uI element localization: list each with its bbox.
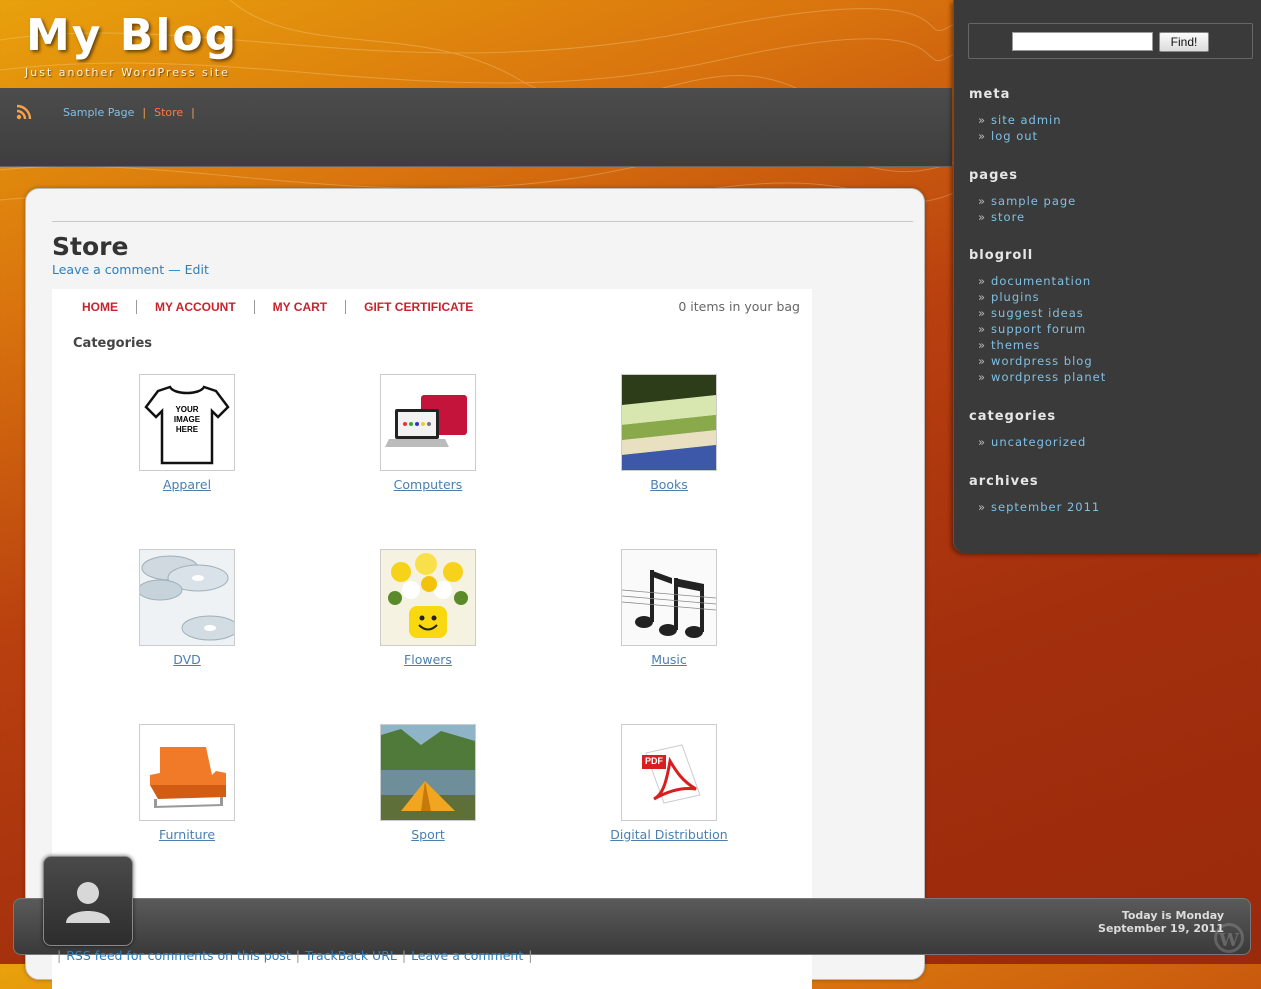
date-line-1: Today is Monday (1121, 909, 1224, 922)
pdf-image[interactable]: PDF (621, 724, 717, 821)
post-footer-links: | RSS feed for comments on this post | Trac… (57, 948, 533, 963)
sidebar-item-suggest-ideas[interactable]: » suggest ideas (969, 305, 1106, 321)
bag-status[interactable]: 0 items in your bag (678, 299, 800, 314)
sidebar-item-store[interactable]: » store (969, 209, 1076, 225)
meta-dash: — (168, 262, 181, 277)
sidebar-heading: archives (969, 474, 1039, 489)
music-notes-image[interactable] (621, 549, 717, 646)
category-furniture[interactable]: Furniture (87, 724, 287, 842)
leave-comment-footer-link[interactable]: Leave a comment (411, 948, 523, 963)
store-menu-gift-certificate[interactable]: GIFT CERTIFICATE (346, 300, 491, 314)
category-label[interactable]: Flowers (328, 652, 528, 667)
categories-heading: Categories (73, 336, 153, 351)
sidebar-categories: categories » uncategorized (969, 409, 1086, 450)
sidebar-item-sample-page[interactable]: » sample page (969, 193, 1076, 209)
sidebar-heading: meta (969, 87, 1011, 102)
date-line-2: September 19, 2011 (1098, 922, 1224, 935)
category-label[interactable]: Books (569, 477, 769, 492)
user-icon (66, 882, 110, 923)
trackback-link[interactable]: TrackBack URL (305, 948, 397, 963)
category-sport[interactable]: Sport (328, 724, 528, 842)
category-label[interactable]: DVD (87, 652, 287, 667)
nav-separator: | (191, 106, 195, 119)
sidebar: Find! meta » site admin » log out pages » s… (953, 0, 1261, 553)
search-input[interactable] (1012, 32, 1153, 51)
post-meta: Leave a comment — Edit (52, 262, 209, 277)
books-image[interactable] (621, 374, 717, 471)
laptop-image[interactable] (380, 374, 476, 471)
nav-separator: | (142, 106, 147, 119)
sidebar-item-themes[interactable]: » themes (969, 337, 1106, 353)
nav-item-sample-page[interactable]: Sample Page (63, 106, 134, 119)
store-menu: HOME MY ACCOUNT MY CART GIFT CERTIFICATE (64, 300, 491, 314)
category-label[interactable]: Furniture (87, 827, 287, 842)
flowers-image[interactable] (380, 549, 476, 646)
category-label[interactable]: Music (569, 652, 769, 667)
edit-link[interactable]: Edit (185, 262, 209, 277)
sidebar-item-plugins[interactable]: » plugins (969, 289, 1106, 305)
sidebar-heading: blogroll (969, 248, 1034, 263)
leave-comment-link[interactable]: Leave a comment (52, 262, 164, 277)
category-label[interactable]: Sport (328, 827, 528, 842)
rss-icon[interactable] (16, 104, 32, 120)
sidebar-meta: meta » site admin » log out (969, 87, 1062, 144)
page-title: Store (52, 232, 129, 261)
sidebar-item-september-2011[interactable]: » september 2011 (969, 499, 1100, 515)
wordpress-logo-icon: W (1214, 923, 1244, 953)
sidebar-item-documentation[interactable]: » documentation (969, 273, 1106, 289)
category-apparel[interactable]: YOUR IMAGE HERE Apparel (87, 374, 287, 492)
footer-date: Today is Monday September 19, 2011 (1098, 909, 1224, 935)
sidebar-archives: archives » september 2011 (969, 474, 1100, 515)
category-label[interactable]: Computers (328, 477, 528, 492)
nav-item-store[interactable]: Store (154, 106, 183, 119)
rss-comments-link[interactable]: RSS feed for comments on this post (66, 948, 291, 963)
find-button[interactable]: Find! (1159, 32, 1209, 52)
category-computers[interactable]: Computers (328, 374, 528, 492)
category-music[interactable]: Music (569, 549, 769, 667)
category-label[interactable]: Apparel (87, 477, 287, 492)
site-tagline: Just another WordPress site (25, 66, 230, 79)
footer-bar: Today is Monday September 19, 2011 W (13, 898, 1251, 955)
sidebar-item-site-admin[interactable]: » site admin (969, 112, 1062, 128)
tent-image[interactable] (380, 724, 476, 821)
sidebar-heading: categories (969, 409, 1057, 424)
sidebar-item-support-forum[interactable]: » support forum (969, 321, 1106, 337)
dvd-image[interactable] (139, 549, 235, 646)
category-label[interactable]: Digital Distribution (569, 827, 769, 842)
store-menu-my-account[interactable]: MY ACCOUNT (137, 300, 255, 314)
sidebar-item-uncategorized[interactable]: » uncategorized (969, 434, 1086, 450)
sidebar-blogroll: blogroll » documentation » plugins » sugges… (969, 248, 1106, 385)
category-flowers[interactable]: Flowers (328, 549, 528, 667)
sidebar-item-log-out[interactable]: » log out (969, 128, 1062, 144)
navbar: Sample Page | Store | (0, 88, 952, 167)
category-digital-distribution[interactable]: PDF Digital Distribution (569, 724, 769, 842)
avatar[interactable] (43, 856, 133, 946)
tshirt-image[interactable]: YOUR IMAGE HERE (139, 374, 235, 471)
sidebar-item-wordpress-blog[interactable]: » wordpress blog (969, 353, 1106, 369)
site-title[interactable]: My Blog (26, 10, 238, 61)
sofa-image[interactable] (139, 724, 235, 821)
store-menu-my-cart[interactable]: MY CART (255, 300, 347, 314)
sidebar-pages: pages » sample page » store (969, 168, 1076, 225)
divider (52, 221, 913, 222)
category-dvd[interactable]: DVD (87, 549, 287, 667)
store-panel: HOME MY ACCOUNT MY CART GIFT CERTIFICATE 0 … (52, 289, 812, 989)
store-menu-home[interactable]: HOME (64, 300, 137, 314)
pdf-label: PDF (645, 756, 663, 766)
category-books[interactable]: Books (569, 374, 769, 492)
search-form: Find! (968, 23, 1253, 59)
tshirt-text: YOUR IMAGE HERE (173, 405, 201, 434)
nav-links: Sample Page | Store | (63, 106, 203, 119)
sidebar-item-wordpress-planet[interactable]: » wordpress planet (969, 369, 1106, 385)
sidebar-heading: pages (969, 168, 1018, 183)
main-content: Store Leave a comment — Edit HOME MY ACCO… (25, 188, 925, 989)
